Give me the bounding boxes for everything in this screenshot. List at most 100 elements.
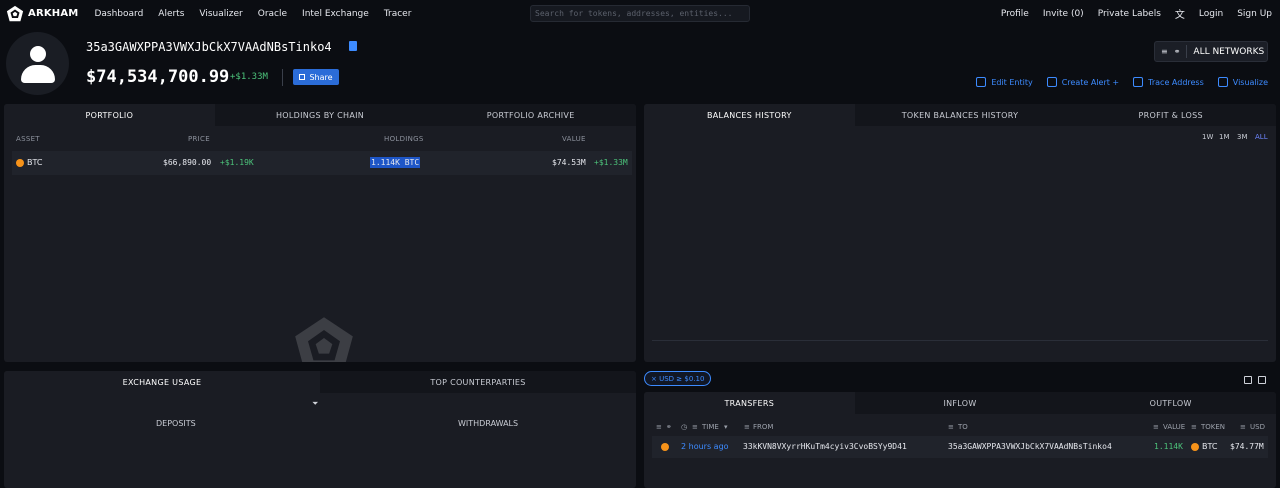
- link-icon[interactable]: ⚭: [666, 423, 672, 431]
- transfer-usd: $74.77M: [1230, 442, 1264, 451]
- edit-entity-icon: [976, 77, 987, 87]
- clock-icon[interactable]: ◷: [681, 423, 687, 431]
- tab-token-balances-history[interactable]: TOKEN BALANCES HISTORY: [855, 104, 1066, 126]
- asset-holdings: 1.114K BTC: [370, 157, 421, 168]
- table-row[interactable]: BTC $66,890.00 +$1.19K 1.114K BTC $74.53…: [12, 151, 632, 175]
- divider: [282, 69, 283, 86]
- column-holdings[interactable]: HOLDINGS: [384, 135, 424, 143]
- tab-inflow[interactable]: INFLOW: [855, 392, 1066, 414]
- nav-tracer[interactable]: Tracer: [384, 9, 412, 19]
- search-input[interactable]: Search for tokens, addresses, entities..…: [530, 5, 750, 22]
- tab-portfolio-archive[interactable]: PORTFOLIO ARCHIVE: [425, 104, 636, 126]
- nav-oracle[interactable]: Oracle: [258, 9, 287, 19]
- column-token[interactable]: TOKEN: [1201, 423, 1225, 431]
- transfers-tabs: TRANSFERS INFLOW OUTFLOW: [644, 392, 1276, 414]
- transfer-time[interactable]: 2 hours ago: [681, 442, 729, 451]
- filter-icon[interactable]: ≡: [948, 423, 954, 431]
- tab-outflow[interactable]: OUTFLOW: [1065, 392, 1276, 414]
- avatar: [6, 32, 69, 95]
- translate-icon[interactable]: 文: [1175, 6, 1185, 21]
- tab-exchange-usage[interactable]: EXCHANGE USAGE: [4, 371, 320, 393]
- transfer-token[interactable]: BTC: [1202, 442, 1218, 451]
- transfer-value: 1.114K: [1154, 442, 1183, 451]
- tab-transfers[interactable]: TRANSFERS: [644, 392, 855, 414]
- brand-logo[interactable]: ARKHAM: [6, 5, 78, 23]
- chart-baseline: [652, 340, 1268, 341]
- column-value[interactable]: VALUE: [562, 135, 586, 143]
- nav-dashboard[interactable]: Dashboard: [94, 9, 143, 19]
- nav-invite[interactable]: Invite (0): [1043, 9, 1084, 19]
- filter-icon[interactable]: ≡: [1240, 423, 1246, 431]
- entity-balance: $74,534,700.99: [86, 67, 230, 87]
- nav-profile[interactable]: Profile: [1001, 9, 1029, 19]
- range-3m[interactable]: 3M: [1237, 133, 1248, 141]
- filter-icon[interactable]: ≡: [692, 423, 698, 431]
- trace-address-button[interactable]: Trace Address: [1133, 77, 1204, 87]
- arkham-watermark-icon: [295, 317, 353, 362]
- link-icon: ⚭: [1173, 47, 1181, 56]
- tab-top-counterparties[interactable]: TOP COUNTERPARTIES: [320, 371, 636, 393]
- transfer-to[interactable]: 35a3GAWXPPA3VWXJbCkX7VAAdNBsTinko4: [948, 442, 1112, 451]
- divider: [1186, 45, 1188, 58]
- history-panel: BALANCES HISTORY TOKEN BALANCES HISTORY …: [644, 104, 1276, 362]
- tab-portfolio[interactable]: PORTFOLIO: [4, 104, 215, 126]
- asset-value: $74.53M: [552, 158, 586, 167]
- asset-name[interactable]: BTC: [27, 158, 43, 167]
- tab-balances-history[interactable]: BALANCES HISTORY: [644, 104, 855, 126]
- network-selector[interactable]: ≡ ⚭ ALL NETWORKS: [1154, 41, 1268, 62]
- share-button[interactable]: Share: [293, 69, 339, 85]
- share-icon: [299, 74, 306, 80]
- nav-intel-exchange[interactable]: Intel Exchange: [302, 9, 369, 19]
- range-1m[interactable]: 1M: [1219, 133, 1230, 141]
- exchange-panel: EXCHANGE USAGE TOP COUNTERPARTIES ⏷ DEPO…: [4, 371, 636, 488]
- entity-address: 35a3GAWXPPA3VWXJbCkX7VAAdNBsTinko4: [86, 40, 332, 54]
- nav-signup[interactable]: Sign Up: [1237, 9, 1272, 19]
- filter-icon[interactable]: ≡: [656, 423, 662, 431]
- tab-holdings-by-chain[interactable]: HOLDINGS BY CHAIN: [215, 104, 426, 126]
- top-nav: ARKHAM Dashboard Alerts Visualizer Oracl…: [0, 0, 1280, 27]
- visualize-button[interactable]: Visualize: [1217, 77, 1268, 87]
- column-value[interactable]: VALUE: [1163, 423, 1185, 431]
- visualize-label: Visualize: [1232, 77, 1268, 87]
- history-tabs: BALANCES HISTORY TOKEN BALANCES HISTORY …: [644, 104, 1276, 126]
- portfolio-panel: PORTFOLIO HOLDINGS BY CHAIN PORTFOLIO AR…: [4, 104, 636, 362]
- withdrawals-label: WITHDRAWALS: [458, 419, 519, 428]
- filter-icon[interactable]: ≡: [1153, 423, 1159, 431]
- nav-alerts[interactable]: Alerts: [158, 9, 184, 19]
- copy-icon[interactable]: [349, 41, 357, 51]
- column-asset[interactable]: ASSET: [16, 135, 40, 143]
- nav-login[interactable]: Login: [1199, 9, 1223, 19]
- btc-icon: [661, 443, 669, 451]
- column-price[interactable]: PRICE: [188, 135, 210, 143]
- nav-visualizer[interactable]: Visualizer: [199, 9, 242, 19]
- column-usd[interactable]: USD: [1250, 423, 1265, 431]
- transfers-panel: TRANSFERS INFLOW OUTFLOW ≡ ⚭ ◷ ≡ TIME ▾ …: [644, 392, 1276, 488]
- btc-icon: [16, 159, 24, 167]
- filter-icon[interactable]: ≡: [1191, 423, 1197, 431]
- transfer-toolbar: [1238, 376, 1266, 384]
- transfer-from[interactable]: 33kKVN8VXyrrHKuTm4cyiv3CvoBSYy9D41: [743, 442, 907, 451]
- filter-icon[interactable]: ≡: [744, 423, 750, 431]
- chevron-down-icon[interactable]: ▾: [724, 423, 728, 431]
- btc-icon: [1191, 443, 1199, 451]
- copy-icon[interactable]: [1244, 376, 1252, 384]
- column-time[interactable]: TIME: [702, 423, 719, 431]
- nav-private-labels[interactable]: Private Labels: [1098, 9, 1161, 19]
- column-from[interactable]: FROM: [753, 423, 773, 431]
- value-change: +$1.33M: [594, 158, 628, 167]
- table-row[interactable]: 2 hours ago 33kKVN8VXyrrHKuTm4cyiv3CvoBS…: [652, 436, 1268, 458]
- edit-entity-button[interactable]: Edit Entity: [976, 77, 1033, 87]
- usd-filter-chip[interactable]: × USD ≥ $0.10: [644, 371, 712, 386]
- avatar-head: [30, 46, 46, 62]
- entity-actions: Edit Entity Create Alert + Trace Address…: [962, 77, 1268, 87]
- range-all[interactable]: ALL: [1255, 133, 1268, 141]
- column-to[interactable]: TO: [958, 423, 968, 431]
- edit-entity-label: Edit Entity: [991, 77, 1033, 87]
- filter-icon[interactable]: ⏷: [312, 399, 318, 409]
- range-1w[interactable]: 1W: [1202, 133, 1213, 141]
- tab-profit-loss[interactable]: PROFIT & LOSS: [1065, 104, 1276, 126]
- download-icon[interactable]: [1258, 376, 1266, 384]
- trace-address-label: Trace Address: [1148, 77, 1204, 87]
- create-alert-button[interactable]: Create Alert +: [1046, 77, 1119, 87]
- portfolio-tabs: PORTFOLIO HOLDINGS BY CHAIN PORTFOLIO AR…: [4, 104, 636, 126]
